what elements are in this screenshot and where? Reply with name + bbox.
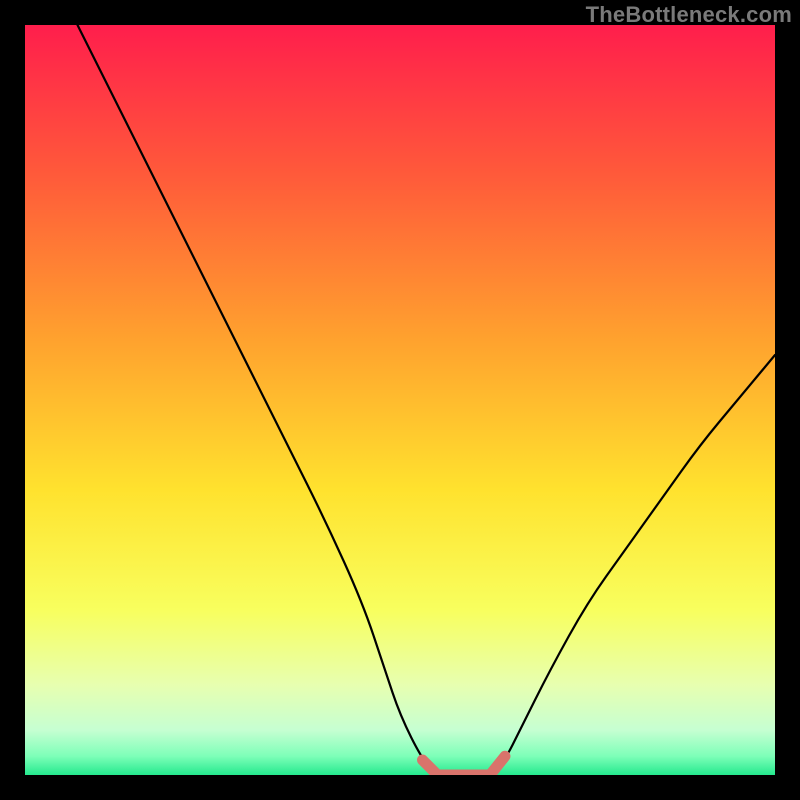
plot-area bbox=[25, 25, 775, 775]
chart-frame: { "watermark": "TheBottleneck.com", "col… bbox=[0, 0, 800, 800]
gradient-background bbox=[25, 25, 775, 775]
bottleneck-chart bbox=[25, 25, 775, 775]
